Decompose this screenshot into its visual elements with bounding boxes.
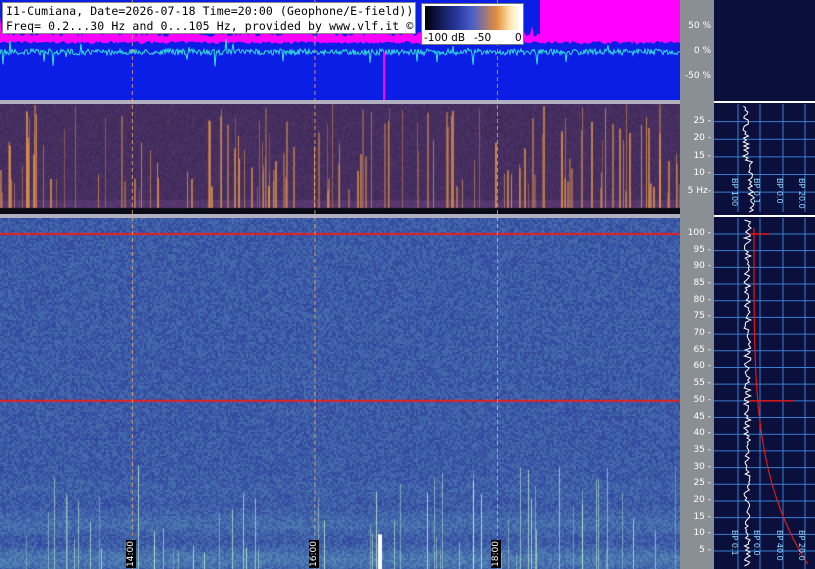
profile-reference-curve (753, 228, 809, 565)
high-frequency-y-tick: 40 - (693, 428, 711, 439)
high-frequency-y-tick: 85 - (693, 278, 711, 289)
bp-label: BP 0.1 (752, 178, 761, 204)
low-frequency-y-tick: 5 Hz- (687, 186, 711, 197)
bp-label: BP 0.0 (775, 178, 784, 204)
high-frequency-y-tick: 25 - (693, 478, 711, 489)
bp-label: BP 0.1 (730, 530, 739, 556)
bp-label: BP 20.0 (797, 178, 806, 209)
spectrum-profile-panel: BP 100 BP 0.1 BP 0.0 BP 20.0 BP 0.1 BP 0… (714, 0, 815, 569)
high-frequency-y-tick: 50 - (693, 394, 711, 405)
low-frequency-y-tick: 10 - (693, 168, 711, 179)
x-tick-label: 18:00 (491, 540, 502, 568)
frequency-axis: 50 % 0 % -50 % 25 - 20 - 15 - 10 - 5 Hz- 100 -… (680, 0, 714, 569)
colorbar-mid-label: -50 (474, 32, 492, 44)
high-frequency-y-tick: 100 - (687, 228, 711, 238)
low-frequency-y-tick: 15 - (693, 150, 711, 161)
high-frequency-y-tick: 55 - (693, 378, 711, 389)
high-frequency-y-tick: 70 - (693, 328, 711, 339)
high-frequency-y-tick: 10 - (693, 528, 711, 539)
waveform-y-tick: 0 % (693, 46, 711, 56)
low-frequency-y-tick: 25 - (693, 115, 711, 126)
high-frequency-y-tick: 20 - (693, 494, 711, 505)
bp-label: BP 20.0 (797, 530, 806, 561)
colorbar-gradient (425, 6, 520, 30)
waveform-y-tick: 50 % (688, 21, 711, 31)
chart-subtitle: Freq= 0.2...30 Hz and 0...105 Hz, provid… (6, 19, 414, 33)
low-frequency-y-tick: 20 - (693, 133, 711, 144)
high-frequency-y-tick: 30 - (693, 461, 711, 472)
high-frequency-y-tick: 35 - (693, 444, 711, 455)
high-frequency-y-tick: 90 - (693, 261, 711, 272)
bp-label: BP 40.0 (775, 530, 784, 561)
high-frequency-y-tick: 95 - (693, 244, 711, 255)
bp-label: BP 0.0 (752, 530, 761, 556)
high-frequency-y-tick: 45 - (693, 411, 711, 422)
x-tick-label: 16:00 (308, 540, 319, 568)
high-frequency-y-tick: 75 - (693, 311, 711, 322)
high-frequency-y-tick: 15 - (693, 511, 711, 522)
chart-title: I1-Cumiana, Date=2026-07-18 Time=20:00 (… (6, 4, 414, 18)
colorbar-min-label: -100 dB (424, 32, 466, 44)
colorbar-max-label: 0 (515, 32, 522, 44)
time-grid-overlay (131, 0, 498, 569)
high-frequency-y-tick: 80 - (693, 294, 711, 305)
colorbar-legend: -100 dB -50 0 (421, 3, 524, 45)
profile-trace (742, 219, 753, 567)
spectrogram-viewer: I1-Cumiana, Date=2026-07-18 Time=20:00 (… (0, 0, 815, 569)
high-frequency-y-tick: 65 - (693, 344, 711, 355)
x-tick-label: 14:00 (126, 540, 137, 568)
bp-label: BP 100 (730, 178, 739, 207)
spectrum-profile-plot (714, 101, 815, 569)
waveform-y-tick: -50 % (684, 71, 711, 81)
high-frequency-y-tick: 60 - (693, 361, 711, 372)
high-frequency-y-tick: 5 - (699, 545, 711, 555)
chart-title-box: I1-Cumiana, Date=2026-07-18 Time=20:00 (… (2, 2, 416, 34)
